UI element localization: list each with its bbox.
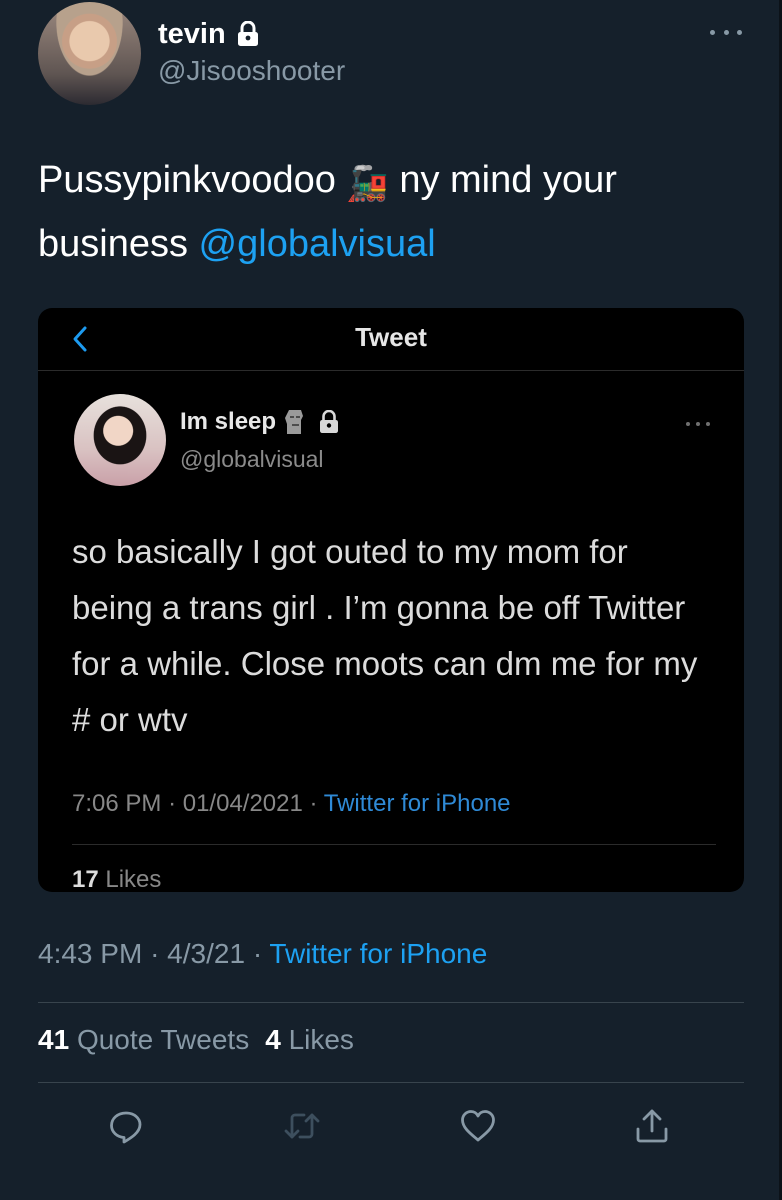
- train-emoji: 🚂: [346, 165, 389, 203]
- embed-separator: ·: [168, 790, 177, 817]
- quote-tweets-label: Quote Tweets: [76, 1024, 250, 1055]
- embed-avatar: [74, 394, 166, 486]
- more-options-icon[interactable]: [710, 20, 742, 44]
- embed-meta: 7:06 PM · 01/04/2021 · Twitter for iPhon…: [72, 790, 511, 818]
- tweet-text: Pussypinkvoodoo 🚂 ny mind your business …: [38, 150, 738, 274]
- likes-stat[interactable]: 4 Likes: [265, 1024, 354, 1056]
- tweet-date: 4/3/21: [167, 938, 246, 969]
- author-handle[interactable]: @Jisooshooter: [158, 55, 345, 87]
- embed-display-name: Im sleep: [180, 408, 277, 435]
- moai-icon: [284, 408, 306, 436]
- reply-icon[interactable]: [106, 1104, 146, 1148]
- embed-header-title: Tweet: [355, 322, 427, 352]
- embed-likes-count: 17: [72, 866, 99, 892]
- embed-date: 01/04/2021: [182, 790, 303, 817]
- embed-time: 7:06 PM: [72, 790, 162, 817]
- embed-tweet-text: so basically I got outed to my mom for b…: [72, 533, 698, 738]
- embedded-tweet-image[interactable]: Tweet Im sleep @globalvisual so basicall…: [38, 308, 744, 892]
- like-icon[interactable]: [458, 1104, 498, 1148]
- tweet-text-start: Pussypinkvoodoo: [38, 159, 336, 201]
- likes-count: 4: [265, 1024, 281, 1055]
- embed-name-row: Im sleep: [180, 408, 340, 436]
- timestamp-separator: ·: [150, 938, 160, 969]
- retweet-icon[interactable]: [282, 1104, 322, 1148]
- share-icon[interactable]: [632, 1104, 672, 1148]
- embed-divider: [72, 844, 716, 845]
- author-name-row: tevin: [158, 16, 260, 52]
- tweet-time: 4:43 PM: [38, 938, 143, 969]
- embed-header-divider: [38, 370, 744, 371]
- likes-label: Likes: [288, 1024, 354, 1055]
- lock-icon: [236, 20, 260, 47]
- action-bar: [0, 1104, 782, 1152]
- quote-tweets-stat[interactable]: 41 Quote Tweets: [38, 1024, 249, 1056]
- author-avatar[interactable]: [38, 2, 141, 105]
- tweet-stats: 41 Quote Tweets 4 Likes: [38, 1024, 354, 1056]
- divider-bottom: [38, 1082, 744, 1083]
- mention-link[interactable]: @globalvisual: [199, 223, 436, 265]
- divider-top: [38, 1002, 744, 1003]
- embed-more-icon: [686, 420, 710, 428]
- timestamp-separator-2: ·: [252, 938, 263, 969]
- embed-likes: 17 Likes: [72, 866, 161, 892]
- embed-handle: @globalvisual: [180, 446, 324, 472]
- embed-lock-icon: [318, 409, 340, 434]
- embed-separator-2: ·: [309, 790, 318, 817]
- tweet-timestamp: 4:43 PM · 4/3/21 · Twitter for iPhone: [38, 938, 487, 970]
- embed-source: Twitter for iPhone: [323, 790, 511, 817]
- quote-tweets-count: 41: [38, 1024, 70, 1055]
- embed-likes-label: Likes: [105, 866, 162, 892]
- tweet-source-link[interactable]: Twitter for iPhone: [269, 938, 487, 969]
- author-display-name[interactable]: tevin: [158, 18, 226, 51]
